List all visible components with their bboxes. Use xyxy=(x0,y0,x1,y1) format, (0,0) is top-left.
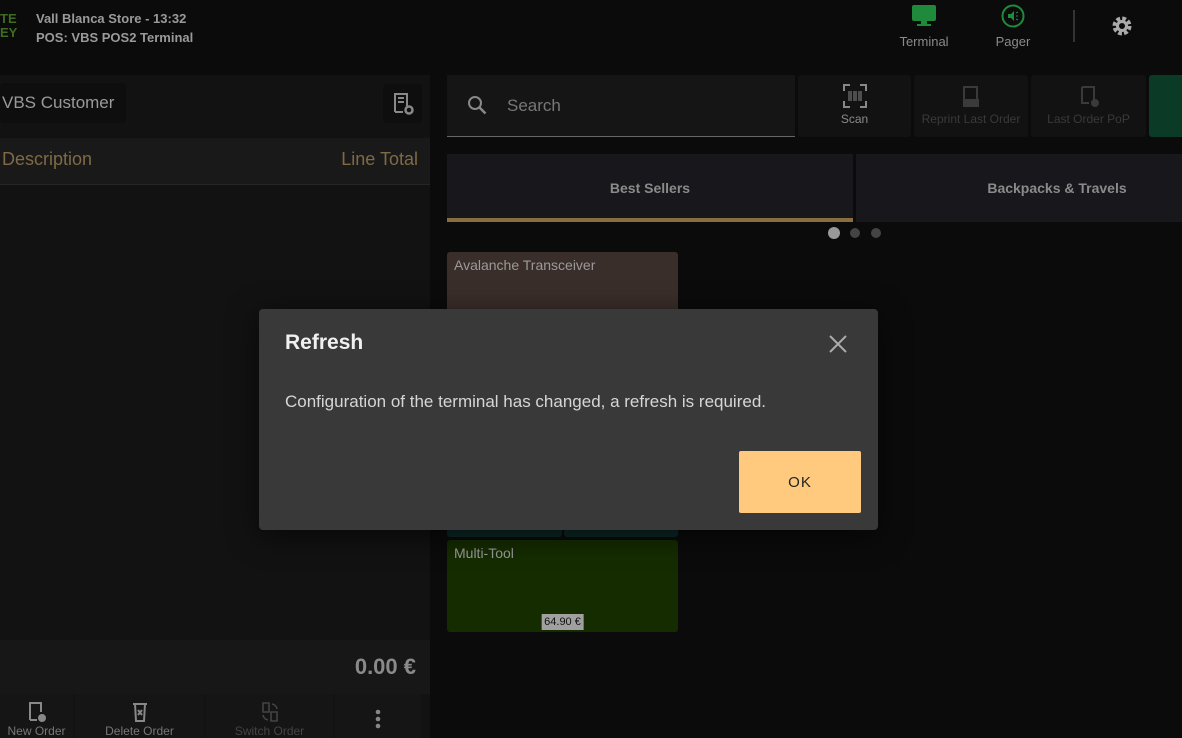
reprint-icon xyxy=(963,86,979,107)
more-vertical-icon xyxy=(375,709,381,729)
order-total: 0.00 € xyxy=(0,640,430,694)
ok-button[interactable]: OK xyxy=(739,451,861,513)
search-placeholder: Search xyxy=(507,96,561,115)
pos-name: POS: VBS POS2 Terminal xyxy=(36,30,194,45)
search-input[interactable]: Search xyxy=(447,75,795,137)
receipt-settings-icon[interactable] xyxy=(383,84,422,123)
divider xyxy=(1073,10,1075,42)
order-table-header: Description Line Total xyxy=(0,138,430,185)
product-tile[interactable]: Multi-Tool 64.90 € xyxy=(447,540,678,632)
settings-gear-icon[interactable] xyxy=(1111,15,1133,42)
label: Delete Order xyxy=(105,724,174,738)
receipt-check-icon xyxy=(1080,86,1099,107)
col-line-total: Line Total xyxy=(341,149,418,169)
close-icon[interactable] xyxy=(827,333,849,355)
label: New Order xyxy=(7,724,66,738)
store-info: Vall Blanca Store - 13:32 POS: VBS POS2 T… xyxy=(36,9,193,47)
new-order-button[interactable]: New Order xyxy=(0,694,73,738)
tab-best-sellers[interactable]: Best Sellers xyxy=(447,154,853,222)
switch-order-button[interactable]: Switch Order xyxy=(206,694,333,738)
dialog-title: Refresh xyxy=(285,331,364,354)
switch-icon xyxy=(261,702,278,722)
delete-order-button[interactable]: Delete Order xyxy=(75,694,204,738)
last-order-pop-button[interactable]: Last Order PoP xyxy=(1031,75,1146,137)
label: Reprint Last Order xyxy=(921,112,1021,126)
pager-icon xyxy=(1001,4,1025,28)
dialog-message: Configuration of the terminal has change… xyxy=(285,392,766,411)
tab-backpacks-travels[interactable]: Backpacks & Travels xyxy=(856,154,1182,222)
label: Scan xyxy=(840,112,869,126)
logo: TE EY xyxy=(0,12,17,40)
search-icon xyxy=(468,96,487,115)
checkout-button[interactable] xyxy=(1149,75,1182,137)
monitor-icon xyxy=(912,5,936,26)
terminal-button[interactable]: Terminal xyxy=(884,4,964,49)
scan-button[interactable]: Scan xyxy=(798,75,911,137)
page-dot-active[interactable] xyxy=(828,227,840,239)
terminal-label: Terminal xyxy=(899,34,949,49)
page-dot[interactable] xyxy=(871,228,881,238)
logo-text: TE xyxy=(0,11,17,26)
page-dot[interactable] xyxy=(850,228,860,238)
product-price: 64.90 € xyxy=(541,614,584,630)
trash-icon xyxy=(132,703,147,722)
store-name: Vall Blanca Store - 13:32 xyxy=(36,11,187,26)
new-order-icon xyxy=(28,702,46,722)
label: Last Order PoP xyxy=(1047,112,1130,126)
reprint-last-order-button[interactable]: Reprint Last Order xyxy=(914,75,1028,137)
label: Switch Order xyxy=(234,724,305,738)
pager-button[interactable]: Pager xyxy=(973,4,1053,49)
customer-button[interactable]: VBS Customer xyxy=(0,83,126,123)
logo-text: EY xyxy=(0,25,18,40)
more-options-button[interactable] xyxy=(335,694,421,738)
product-name: Avalanche Transceiver xyxy=(454,257,596,273)
refresh-dialog: Refresh Configuration of the terminal ha… xyxy=(259,309,878,530)
barcode-scan-icon xyxy=(842,84,867,108)
pager-label: Pager xyxy=(995,34,1031,49)
product-name: Multi-Tool xyxy=(454,545,514,561)
col-description: Description xyxy=(2,149,93,169)
customer-name: VBS Customer xyxy=(2,93,115,112)
